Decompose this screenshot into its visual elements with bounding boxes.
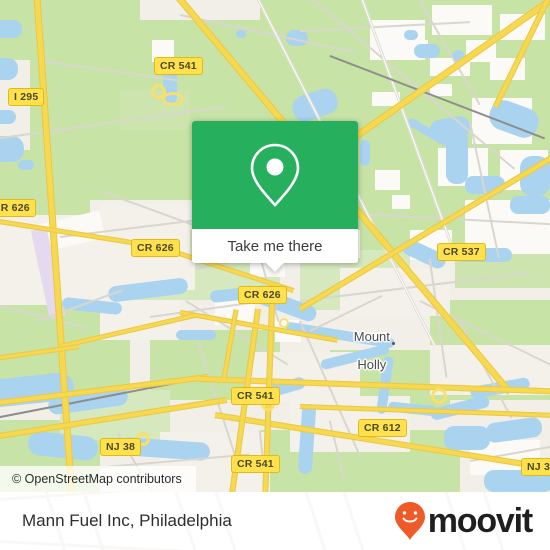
place-label-line-1: Mount (353, 329, 390, 344)
take-me-there-label[interactable]: Take me there (192, 229, 358, 263)
moovit-brand-logo[interactable]: moovit (394, 501, 533, 541)
road-shield-cr541-mid: CR 541 (231, 387, 280, 405)
moovit-wordmark: moovit (427, 502, 533, 540)
road-shield-cr626-mid: CR 626 (131, 239, 180, 257)
moovit-map-screenshot: Mount Holly CR 541 I 295 CR 626 CR 626 C… (0, 0, 550, 550)
destination-popup-card[interactable]: Take me there (192, 121, 358, 272)
footer-bar: Mann Fuel Inc, Philadelphia moovit (0, 492, 550, 550)
popup-icon-area (192, 121, 358, 229)
road-shield-cr626-west: CR 626 (0, 199, 36, 217)
road-shield-cr537: CR 537 (437, 243, 486, 261)
road-shield-i295: I 295 (8, 88, 45, 106)
road-shield-nj38-east: NJ 38 (521, 458, 550, 476)
road-shield-cr612: CR 612 (358, 419, 407, 437)
popup-pointer-tail (265, 262, 285, 272)
place-label-mount-holly: Mount Holly (330, 316, 392, 386)
moovit-smiley-pin-icon (394, 502, 425, 540)
place-label-line-2: Holly (357, 357, 387, 372)
map-pin-icon (250, 143, 300, 207)
osm-attribution[interactable]: © OpenStreetMap contributors (0, 466, 196, 492)
place-marker-dot (392, 342, 395, 345)
place-title: Mann Fuel Inc, Philadelphia (22, 511, 232, 530)
road-shield-cr626-south: CR 626 (238, 286, 287, 304)
road-shield-cr541-south: CR 541 (231, 455, 280, 473)
road-shield-nj38-west: NJ 38 (100, 438, 142, 456)
popup-body: Take me there (192, 121, 358, 263)
map-canvas[interactable]: Mount Holly CR 541 I 295 CR 626 CR 626 C… (0, 0, 550, 492)
road-shield-cr541-north: CR 541 (154, 57, 203, 75)
